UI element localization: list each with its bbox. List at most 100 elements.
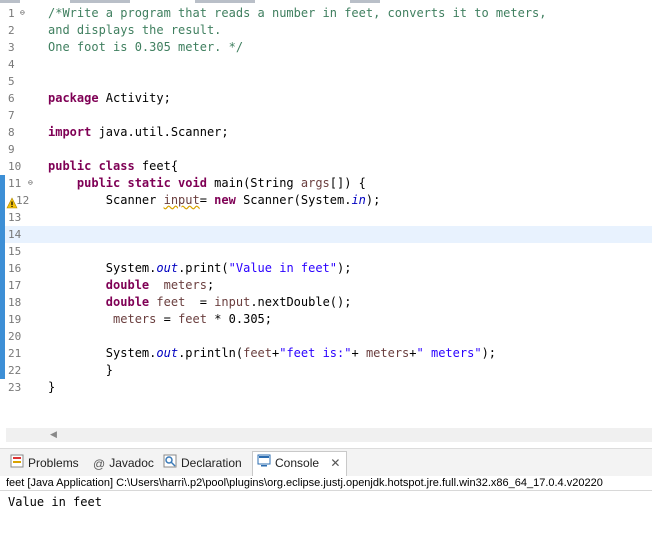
code-token: main(String <box>206 176 301 190</box>
code-token: feet <box>156 295 186 309</box>
code-token: meters <box>163 278 207 292</box>
code-token: = <box>156 312 179 326</box>
change-marker <box>0 328 5 345</box>
code-token: import <box>48 125 92 139</box>
code-token: ; <box>206 278 215 292</box>
code-token: out <box>156 261 179 275</box>
code-token: feet <box>178 312 207 326</box>
change-marker <box>0 311 5 328</box>
code-line[interactable]: 17 double meters; <box>0 277 652 294</box>
code-line[interactable]: 23} <box>0 379 652 396</box>
code-line[interactable]: 22 } <box>0 362 652 379</box>
code-token: System. <box>48 346 157 360</box>
declaration-icon <box>163 454 177 474</box>
code-line[interactable]: 6 package Activity; <box>0 90 652 107</box>
code-line[interactable]: 8 import java.util.Scanner; <box>0 124 652 141</box>
tab-javadoc[interactable]: @ Javadoc <box>93 453 154 473</box>
line-number: 9 <box>8 143 15 156</box>
code-line[interactable]: 9 <box>0 141 652 158</box>
code-editor[interactable]: 1 ⊖/*Write a program that reads a number … <box>0 5 652 422</box>
line-number: 23 <box>8 381 22 394</box>
horizontal-scrollbar[interactable]: ◀ <box>6 428 652 442</box>
code-line[interactable]: 1 ⊖/*Write a program that reads a number … <box>0 5 652 22</box>
code-text: } <box>48 379 55 396</box>
change-marker <box>0 226 5 243</box>
code-line[interactable]: 19 meters = feet * 0.305; <box>0 311 652 328</box>
code-token: * 0.305; <box>206 312 273 326</box>
code-token: package <box>48 91 99 105</box>
scroll-left-icon[interactable]: ◀ <box>50 430 57 440</box>
console-output-text: Value in feet <box>8 495 102 509</box>
code-token: feet <box>243 346 272 360</box>
line-number: 18 <box>8 296 22 309</box>
line-number: 19 <box>8 313 22 326</box>
code-token: double <box>105 295 150 309</box>
code-line[interactable]: 3 One foot is 0.305 meter. */ <box>0 39 652 56</box>
code-token: .nextDouble(); <box>250 295 352 309</box>
line-number: 2 <box>8 24 15 37</box>
code-text: meters = feet * 0.305; <box>48 311 272 328</box>
code-line[interactable]: 11 ⊖ public static void main(String args[… <box>0 175 652 192</box>
code-text: One foot is 0.305 meter. */ <box>48 39 243 56</box>
line-number: 11 <box>8 177 22 190</box>
tab-console[interactable]: Console ✕ <box>252 451 348 476</box>
code-text: /*Write a program that reads a number in… <box>48 5 547 22</box>
code-token: Scanner <box>48 193 164 207</box>
code-token: []) { <box>329 176 366 190</box>
line-number: 12 <box>16 194 30 207</box>
code-line[interactable]: 4 <box>0 56 652 73</box>
javadoc-icon: @ <box>93 456 106 471</box>
code-line[interactable]: 10 public class feet{ <box>0 158 652 175</box>
code-line[interactable]: 14 <box>0 226 652 243</box>
code-token: java.util.Scanner; <box>91 125 229 139</box>
line-number: 22 <box>8 364 22 377</box>
code-line[interactable]: 2 and displays the result. <box>0 22 652 39</box>
code-line[interactable]: 20 <box>0 328 652 345</box>
code-token: public static void <box>76 176 207 190</box>
code-token: meters <box>113 312 157 326</box>
console-output-area[interactable]: Value in feet <box>0 490 652 536</box>
line-number: 6 <box>8 92 15 105</box>
code-line[interactable]: 21 System.out.println(feet+"feet is:"+ m… <box>0 345 652 362</box>
code-token: public class <box>48 159 135 173</box>
code-text: } <box>48 362 113 379</box>
line-number: 14 <box>8 228 22 241</box>
tab-problems[interactable]: Problems <box>10 453 79 473</box>
code-token: + <box>351 346 366 360</box>
line-number: 17 <box>8 279 22 292</box>
change-marker <box>0 243 5 260</box>
code-token: double <box>105 278 150 292</box>
code-token: = <box>185 295 215 309</box>
code-token: ); <box>481 346 497 360</box>
change-marker <box>0 260 5 277</box>
line-number: 15 <box>8 245 22 258</box>
code-line[interactable]: 5 <box>0 73 652 90</box>
code-line[interactable]: 7 <box>0 107 652 124</box>
code-token: "feet is:" <box>279 346 352 360</box>
console-icon <box>257 452 271 475</box>
code-line[interactable]: 16 System.out.print("Value in feet"); <box>0 260 652 277</box>
close-icon[interactable]: ✕ <box>330 456 340 470</box>
code-text: double meters; <box>48 277 214 294</box>
code-token: } <box>48 380 56 394</box>
problems-icon <box>10 454 24 474</box>
change-marker <box>0 362 5 379</box>
code-line[interactable]: 18 double feet = input.nextDouble(); <box>0 294 652 311</box>
tab-declaration[interactable]: Declaration <box>163 453 242 473</box>
code-line[interactable]: 12 Scanner input= new Scanner(System.in)… <box>0 192 652 209</box>
code-token: One foot is 0.305 meter. */ <box>48 40 244 54</box>
code-line[interactable]: 13 <box>0 209 652 226</box>
line-number: 7 <box>8 109 15 122</box>
code-line[interactable]: 15 <box>0 243 652 260</box>
code-token: out <box>156 346 179 360</box>
warning-icon[interactable] <box>6 194 18 209</box>
change-marker <box>0 277 5 294</box>
fold-toggle-icon[interactable]: ⊖ <box>28 178 33 188</box>
line-number: 5 <box>8 75 15 88</box>
fold-toggle-icon[interactable]: ⊖ <box>20 8 25 18</box>
code-token: = <box>199 193 215 207</box>
change-marker <box>0 175 5 192</box>
line-number: 16 <box>8 262 22 275</box>
